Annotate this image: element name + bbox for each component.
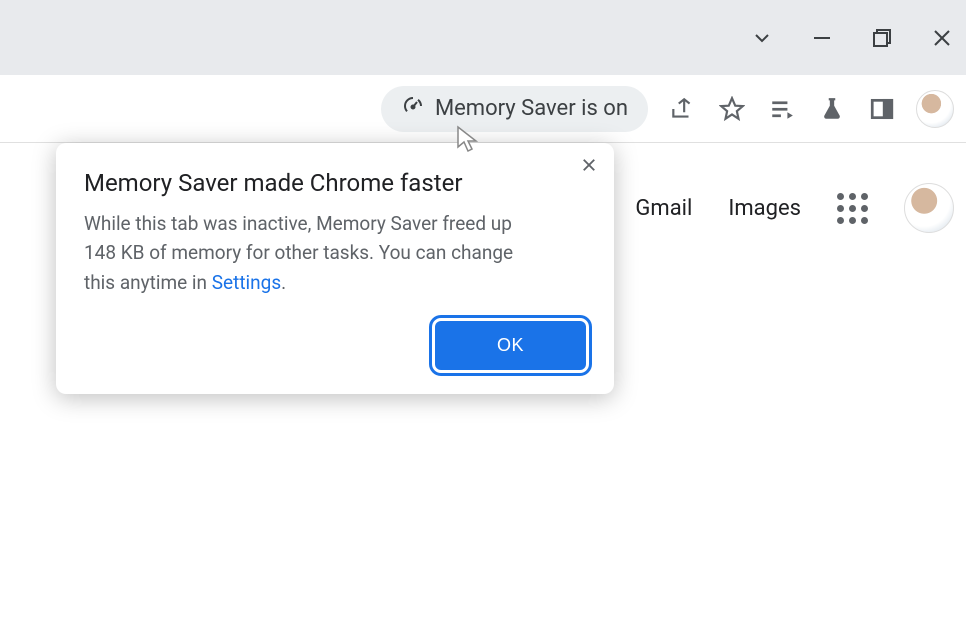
popup-body-after: . [281, 271, 286, 294]
settings-link[interactable]: Settings [212, 271, 281, 294]
bookmark-star-icon[interactable] [716, 93, 748, 125]
images-link[interactable]: Images [728, 196, 801, 221]
popup-title: Memory Saver made Chrome faster [84, 169, 586, 197]
window-titlebar [0, 0, 966, 75]
labs-flask-icon[interactable] [816, 93, 848, 125]
gmail-link[interactable]: Gmail [635, 196, 692, 221]
memory-saver-popup: Memory Saver made Chrome faster While th… [56, 143, 614, 394]
speedometer-icon [401, 94, 425, 124]
playlist-icon[interactable] [766, 93, 798, 125]
popup-body-text: While this tab was inactive, Memory Save… [84, 212, 513, 294]
chevron-down-icon[interactable] [750, 26, 774, 50]
popup-body: While this tab was inactive, Memory Save… [84, 209, 514, 297]
profile-avatar-icon[interactable] [916, 90, 954, 128]
account-avatar-icon[interactable] [904, 183, 954, 233]
close-icon[interactable] [930, 26, 954, 50]
share-icon[interactable] [666, 93, 698, 125]
memory-saver-chip[interactable]: Memory Saver is on [381, 86, 648, 132]
popup-actions: OK [84, 321, 586, 370]
minimize-icon[interactable] [810, 26, 834, 50]
restore-icon[interactable] [870, 26, 894, 50]
popup-close-button[interactable] [580, 155, 598, 180]
chip-label: Memory Saver is on [435, 96, 628, 121]
browser-toolbar: Memory Saver is on [0, 75, 966, 143]
sidepanel-icon[interactable] [866, 93, 898, 125]
page-content: Gmail Images Memory Saver made Chrome fa… [0, 143, 966, 632]
page-top-links: Gmail Images [635, 183, 954, 233]
ok-button[interactable]: OK [435, 321, 586, 370]
apps-grid-icon[interactable] [837, 193, 868, 224]
